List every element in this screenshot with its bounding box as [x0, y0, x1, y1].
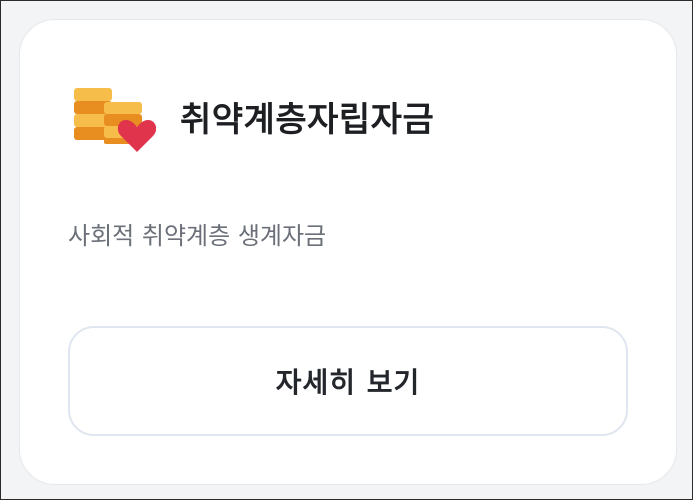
coin-stack-heart-icon — [74, 88, 156, 152]
view-details-label: 자세히 보기 — [275, 366, 421, 399]
fund-card: 취약계층자립자금 사회적 취약계층 생계자금 자세히 보기 — [19, 19, 677, 485]
card-description: 사회적 취약계층 생계자금 — [68, 222, 327, 250]
card-title: 취약계층자립자금 — [180, 99, 435, 140]
card-header: 취약계층자립자금 — [74, 80, 434, 152]
screenshot-frame: 취약계층자립자금 사회적 취약계층 생계자금 자세히 보기 — [0, 0, 693, 500]
view-details-button[interactable]: 자세히 보기 — [68, 326, 628, 436]
